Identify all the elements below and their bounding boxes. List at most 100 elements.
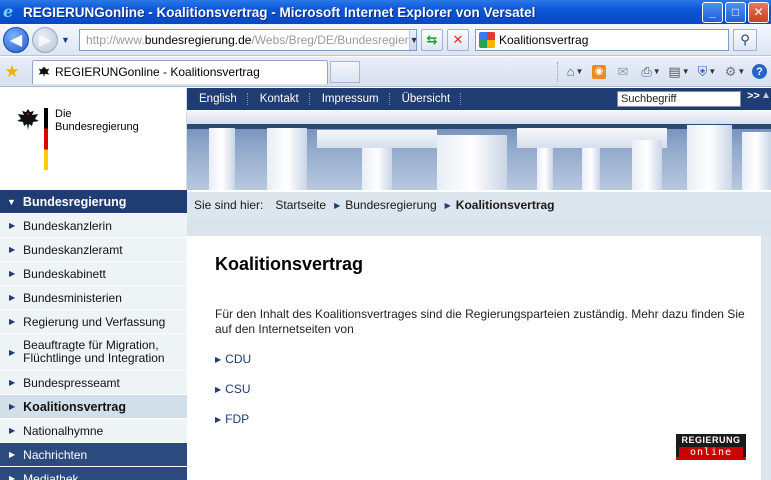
triangle-right-icon: ▶ — [215, 354, 222, 364]
minimize-button[interactable]: _ — [702, 1, 723, 23]
nav-item-bundeskanzleramt[interactable]: ▶ Bundeskanzleramt — [0, 238, 187, 262]
home-icon[interactable]: ⌂ ▼ — [564, 62, 586, 82]
rss-feed-icon[interactable]: ◉ — [592, 64, 606, 79]
nav-item-regierung-verfassung[interactable]: ▶ Regierung und Verfassung — [0, 310, 187, 334]
triangle-right-icon: ▶ — [215, 384, 222, 394]
breadcrumb-label: Sie sind hier: — [194, 198, 264, 212]
header-building-photo — [187, 110, 771, 190]
nav-item-bundeskabinett[interactable]: ▶ Bundeskabinett — [0, 262, 187, 286]
breadcrumb-bundesregierung[interactable]: Bundesregierung — [345, 198, 436, 212]
tab-active[interactable]: REGIERUNGonline - Koalitionsvertrag — [32, 59, 328, 84]
nav-item-label: Regierung und Verfassung — [23, 314, 166, 329]
help-icon[interactable]: ? — [752, 64, 767, 79]
google-icon — [479, 31, 495, 48]
toolbar-separator — [557, 61, 558, 82]
scroll-right-arrow-icon[interactable]: ▲ — [761, 90, 771, 101]
address-bar[interactable]: http://www. bundesregierung.de /Webs/Bre… — [79, 28, 417, 51]
logo-badge-top: REGIERUNG — [681, 435, 741, 445]
triangle-right-icon: ▶ — [9, 245, 16, 254]
web-page: Die Bundesregierung English Kontakt Impr… — [0, 88, 771, 480]
link-csu[interactable]: ▶ CSU — [215, 382, 251, 396]
breadcrumb-band — [187, 218, 771, 236]
breadcrumb-arrow-icon: ▶ — [334, 200, 341, 210]
link-cdu[interactable]: ▶ CDU — [215, 352, 251, 366]
address-dropdown[interactable]: ▼ — [408, 29, 416, 50]
site-logo[interactable]: Die Bundesregierung — [0, 88, 187, 190]
search-go-button[interactable]: ⚲ — [733, 28, 757, 51]
navigation-toolbar: ◀ ▶ ▼ http://www. bundesregierung.de /We… — [0, 24, 771, 56]
triangle-right-icon: ▶ — [9, 317, 16, 326]
link-label: CSU — [225, 382, 251, 396]
nav-heading-label: Bundesregierung — [22, 194, 127, 209]
triangle-right-icon: ▶ — [215, 414, 222, 424]
nav-item-label: Bundeskanzlerin — [23, 218, 112, 233]
nav-item-beauftragte-migration[interactable]: ▶ Beauftragte für Migration, Flüchtlinge … — [0, 334, 187, 371]
safety-shield-icon[interactable]: ⛨ ▼ — [696, 62, 718, 82]
address-path: /Webs/Breg/DE/Bundesregier — [251, 32, 409, 47]
triangle-right-icon: ▶ — [9, 347, 16, 357]
ie-logo-icon: e — [3, 2, 14, 21]
nav-heading-bundesregierung[interactable]: ▼ Bundesregierung — [0, 190, 187, 214]
forward-button[interactable]: ▶ — [32, 26, 58, 53]
triangle-right-icon: ▶ — [9, 378, 16, 387]
eagle-tab-icon — [37, 65, 51, 79]
stop-button[interactable]: ✕ — [447, 28, 469, 51]
nav-item-mediathek[interactable]: ▶ Mediathek — [0, 467, 187, 480]
link-label: CDU — [225, 352, 252, 366]
metanav-english[interactable]: English — [187, 93, 248, 105]
intro-text: Für den Inhalt des Koalitionsvertrages s… — [215, 307, 745, 336]
left-navigation: ▼ Bundesregierung ▶ Bundeskanzlerin ▶ Bund… — [0, 190, 187, 480]
metanav-kontakt[interactable]: Kontakt — [248, 93, 310, 105]
triangle-right-icon: ▶ — [9, 450, 16, 459]
nav-item-nachrichten[interactable]: ▶ Nachrichten — [0, 443, 187, 467]
history-dropdown[interactable]: ▼ — [61, 35, 73, 45]
site-search-go[interactable]: >> — [747, 90, 760, 102]
main-content: Koalitionsvertrag Für den Inhalt des Koa… — [195, 236, 761, 480]
german-flag-bar — [44, 108, 48, 170]
triangle-right-icon: ▶ — [9, 426, 16, 435]
page-right-edge — [761, 236, 771, 480]
breadcrumb-startseite[interactable]: Startseite — [275, 198, 326, 212]
nav-item-koalitionsvertrag[interactable]: ▶ Koalitionsvertrag — [0, 395, 187, 419]
nav-item-label: Nationalhymne — [23, 423, 104, 438]
logo-text: Die Bundesregierung — [55, 108, 139, 134]
command-bar: ⌂ ▼ ◉ ✉ ⎙ ▼ ▤ ▼ ⛨ ▼ ⚙ ▼ ? — [549, 61, 767, 82]
search-box[interactable]: Koalitionsvertrag — [475, 28, 729, 51]
federal-eagle-icon — [17, 109, 39, 130]
triangle-down-icon: ▼ — [7, 196, 16, 207]
triangle-right-icon: ▶ — [9, 402, 16, 411]
link-fdp[interactable]: ▶ FDP — [215, 412, 249, 426]
metanav-impressum[interactable]: Impressum — [310, 93, 390, 105]
nav-item-nationalhymne[interactable]: ▶ Nationalhymne — [0, 419, 187, 443]
nav-item-label: Bundesministerien — [23, 290, 122, 305]
back-button[interactable]: ◀ — [3, 26, 29, 53]
nav-item-bundespresseamt[interactable]: ▶ Bundespresseamt — [0, 371, 187, 395]
page-title: Koalitionsvertrag — [215, 254, 364, 274]
mail-icon[interactable]: ✉ — [612, 62, 634, 82]
nav-item-bundeskanzlerin[interactable]: ▶ Bundeskanzlerin — [0, 214, 187, 238]
breadcrumb-current: Koalitionsvertrag — [455, 198, 555, 212]
search-value: Koalitionsvertrag — [499, 32, 589, 47]
triangle-right-icon: ▶ — [9, 474, 16, 480]
nav-item-label: Nachrichten — [23, 447, 88, 462]
logo-line-2: Bundesregierung — [55, 121, 139, 133]
new-tab-button[interactable] — [330, 60, 360, 83]
regierung-online-logo[interactable]: REGIERUNG online — [676, 434, 746, 460]
maximize-button[interactable]: □ — [725, 1, 746, 23]
favorites-star-icon[interactable]: ★ — [2, 62, 22, 82]
link-label: FDP — [225, 412, 250, 426]
logo-line-1: Die — [55, 108, 72, 120]
page-menu-icon[interactable]: ▤ ▼ — [668, 62, 690, 82]
close-window-button[interactable]: ✕ — [748, 1, 769, 23]
breadcrumb-arrow-icon: ▶ — [444, 200, 451, 210]
nav-item-bundesministerien[interactable]: ▶ Bundesministerien — [0, 286, 187, 310]
window-titlebar: e REGIERUNGonline - Koalitionsvertrag - … — [0, 0, 771, 24]
refresh-button[interactable]: ⇆ — [421, 28, 443, 51]
tools-gear-icon[interactable]: ⚙ ▼ — [724, 62, 746, 82]
tab-title: REGIERUNGonline - Koalitionsvertrag — [55, 65, 260, 79]
print-icon[interactable]: ⎙ ▼ — [640, 62, 662, 82]
triangle-right-icon: ▶ — [9, 221, 16, 230]
nav-item-label: Bundeskanzleramt — [23, 242, 123, 257]
metanav-uebersicht[interactable]: Übersicht — [390, 93, 462, 105]
site-search-input[interactable]: Suchbegriff — [617, 91, 741, 107]
